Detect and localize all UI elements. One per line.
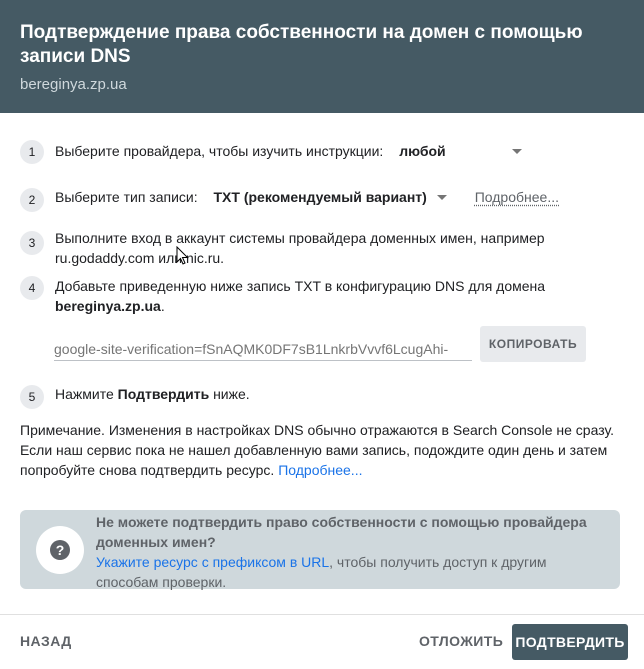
txt-record-row: google-site-verification=fSnAQMK0DF7sB1L… bbox=[54, 326, 586, 362]
txt-record-field[interactable]: google-site-verification=fSnAQMK0DF7sB1L… bbox=[54, 327, 472, 361]
step-5: 5 Нажмите Подтвердить ниже. bbox=[20, 384, 620, 409]
step-4: 4 Добавьте приведенную ниже запись TXT в… bbox=[20, 276, 620, 316]
note-learn-more-link[interactable]: Подробнее... bbox=[278, 462, 362, 478]
record-type-learn-more-link[interactable]: Подробнее... bbox=[475, 189, 559, 205]
step-4-period: . bbox=[160, 298, 165, 314]
verify-button[interactable]: ПОДТВЕРДИТЬ bbox=[512, 624, 628, 660]
record-type-select-value: TXT (рекомендуемый вариант) bbox=[213, 189, 427, 205]
dns-note: Примечание. Изменения в настройках DNS о… bbox=[20, 420, 624, 480]
dialog-footer: НАЗАД ОТЛОЖИТЬ ПОДТВЕРДИТЬ bbox=[0, 614, 644, 669]
step-number: 1 bbox=[20, 140, 44, 164]
step-5-after: ниже. bbox=[209, 386, 250, 402]
copy-button[interactable]: КОПИРОВАТЬ bbox=[480, 326, 586, 362]
alternative-verification-box: ? Не можете подтвердить право собственно… bbox=[20, 510, 620, 590]
chevron-down-icon bbox=[511, 148, 522, 154]
domain-subtitle: bereginya.zp.ua bbox=[20, 76, 127, 93]
step-3: 3 Выполните вход в аккаунт системы прова… bbox=[20, 228, 620, 268]
dialog-header: Подтверждение права собственности на дом… bbox=[0, 0, 644, 113]
provider-select-value: любой bbox=[399, 143, 446, 159]
dialog-title: Подтверждение права собственности на дом… bbox=[20, 22, 583, 67]
step-2-text: Выберите тип записи: bbox=[55, 189, 198, 205]
url-prefix-link[interactable]: Укажите ресурс с префиксом в URL bbox=[96, 554, 329, 570]
step-number: 4 bbox=[20, 276, 44, 300]
step-2: 2 Выберите тип записи: TXT (рекомендуемы… bbox=[20, 187, 620, 212]
back-button[interactable]: НАЗАД bbox=[20, 633, 72, 649]
step-number: 2 bbox=[20, 188, 44, 212]
step-4-text: Добавьте приведенную ниже запись TXT в к… bbox=[55, 278, 546, 294]
help-icon-wrapper: ? bbox=[36, 526, 84, 574]
record-type-select[interactable]: TXT (рекомендуемый вариант) bbox=[214, 187, 447, 207]
provider-select[interactable]: любой bbox=[399, 141, 522, 161]
step-4-domain: bereginya.zp.ua bbox=[55, 298, 161, 314]
step-1: 1 Выберите провайдера, чтобы изучить инс… bbox=[20, 139, 620, 164]
step-3-text: Выполните вход в аккаунт системы провайд… bbox=[55, 230, 545, 266]
chevron-down-icon bbox=[436, 194, 447, 200]
help-icon: ? bbox=[50, 540, 70, 560]
step-1-text: Выберите провайдера, чтобы изучить инстр… bbox=[55, 143, 384, 159]
later-button[interactable]: ОТЛОЖИТЬ bbox=[419, 633, 503, 649]
mouse-cursor-icon bbox=[176, 246, 189, 265]
step-number: 3 bbox=[20, 231, 44, 255]
step-number: 5 bbox=[20, 385, 44, 409]
step-5-text: Нажмите bbox=[55, 386, 118, 402]
step-5-bold: Подтвердить bbox=[117, 386, 210, 402]
info-title: Не можете подтвердить право собственност… bbox=[96, 514, 587, 550]
